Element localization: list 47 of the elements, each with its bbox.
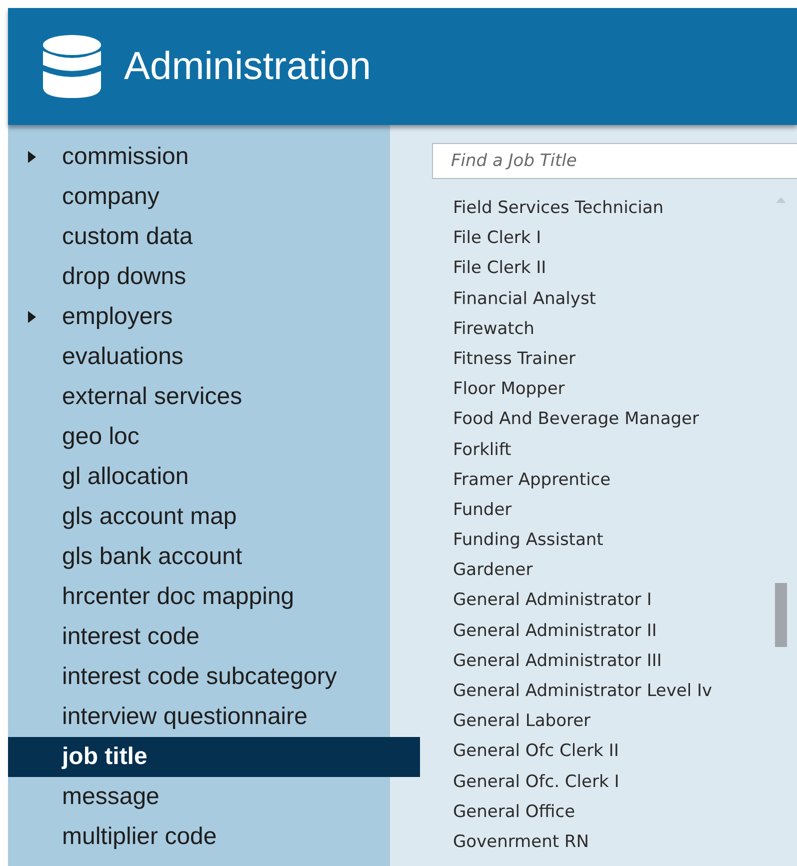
sidebar-item[interactable]: drop downs: [8, 257, 390, 297]
list-item[interactable]: File Clerk I: [453, 223, 774, 254]
list-item[interactable]: General Administrator I: [453, 585, 774, 616]
sidebar-item[interactable]: geo loc: [8, 417, 390, 457]
list-item[interactable]: Floor Mopper: [453, 374, 774, 404]
list-item[interactable]: General Ofc. Clerk I: [453, 766, 774, 797]
list-item[interactable]: Forklift: [453, 434, 774, 465]
sidebar-item[interactable]: gls bank account: [8, 537, 390, 577]
list-item[interactable]: Funder: [453, 494, 774, 526]
database-icon: [42, 34, 102, 98]
sidebar-item[interactable]: interest code subcategory: [8, 657, 390, 697]
sidebar-item[interactable]: interview questionnaire: [8, 697, 390, 737]
list-item[interactable]: Funding Assistant: [453, 525, 774, 556]
caret-icon: [28, 151, 36, 163]
sidebar-item[interactable]: company: [8, 177, 390, 217]
list-item[interactable]: General Administrator Level Iv: [453, 676, 774, 706]
sidebar-item[interactable]: gls account map: [8, 497, 390, 537]
list-item[interactable]: File Clerk II: [453, 253, 774, 284]
page-title: Administration: [124, 44, 372, 88]
list-item[interactable]: Framer Apprentice: [453, 464, 774, 495]
list-item[interactable]: General Administrator II: [453, 616, 774, 646]
scrollbar-thumb[interactable]: [775, 583, 787, 647]
sidebar-item[interactable]: evaluations: [8, 337, 390, 377]
caret-icon: [28, 311, 36, 323]
list-item[interactable]: General Office: [453, 796, 774, 827]
list-item[interactable]: Govenrment RN: [453, 826, 774, 858]
sidebar-item[interactable]: employers: [8, 297, 390, 337]
sidebar-item[interactable]: message: [8, 777, 390, 817]
list-item[interactable]: Firewatch: [453, 314, 774, 344]
list-item[interactable]: General Administrator III: [453, 646, 774, 676]
list-item[interactable]: Fitness Trainer: [453, 344, 774, 374]
sidebar-item[interactable]: external services: [8, 377, 390, 417]
list-item[interactable]: General Ofc Clerk II: [453, 736, 774, 767]
scroll-up-icon[interactable]: [776, 197, 786, 203]
search-field[interactable]: Find a Job Title: [432, 143, 797, 179]
sidebar-item[interactable]: commission: [8, 137, 390, 177]
list-item[interactable]: Field Services Technician: [453, 193, 774, 224]
sidebar-item[interactable]: hrcenter doc mapping: [8, 577, 390, 617]
sidebar-item[interactable]: custom data: [8, 217, 390, 257]
list-item[interactable]: Gardener: [453, 555, 774, 586]
sidebar-item[interactable]: interest code: [8, 617, 390, 657]
list-item[interactable]: Food And Beverage Manager: [453, 404, 774, 434]
list-item[interactable]: General Laborer: [453, 706, 774, 736]
sidebar-item[interactable]: multiplier code: [8, 817, 390, 857]
list-item[interactable]: Financial Analyst: [453, 284, 774, 314]
sidebar-item[interactable]: job title: [8, 737, 420, 777]
sidebar-item[interactable]: gl allocation: [8, 457, 390, 497]
